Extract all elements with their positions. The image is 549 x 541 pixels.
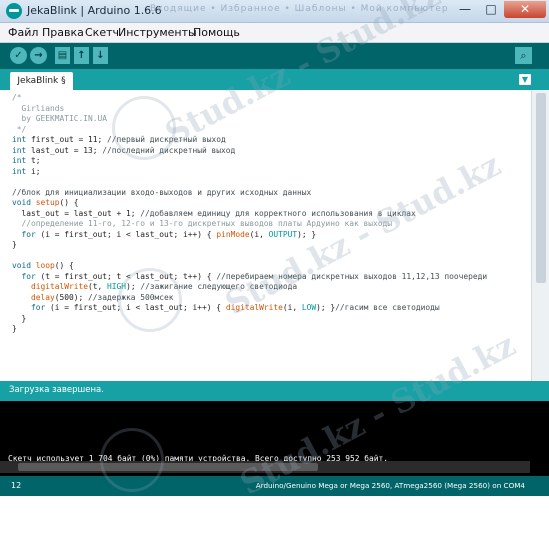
code-line[interactable]: for (i = first_out; i < last_out; i++) {…	[12, 303, 487, 314]
current-line-number: 12	[11, 481, 22, 490]
editor-vertical-scrollbar[interactable]	[531, 90, 549, 381]
menu-edit[interactable]: Правка	[42, 26, 84, 39]
arduino-ide-window: JekaBlink | Arduino 1.6.6 Входящие • Изб…	[0, 0, 549, 508]
code-line[interactable]: //определение 11-го, 12-го и 13-го дискр…	[12, 219, 487, 230]
toolbar: ✓ → ▤ ↑ ↓ ⌕	[0, 43, 549, 69]
window-title: JekaBlink | Arduino 1.6.6	[27, 4, 162, 17]
code-line[interactable]: int last_out = 13; //последний дискретны…	[12, 146, 487, 157]
code-line[interactable]: }	[12, 324, 487, 335]
menu-file[interactable]: Файл	[8, 26, 38, 39]
code-line[interactable]: for (i = first_out; i < last_out; i++) {…	[12, 230, 487, 241]
sketch-source[interactable]: /* Girliands by GEEKMATIC.IN.UA */int fi…	[12, 93, 487, 335]
maximize-button[interactable]: □	[478, 1, 504, 18]
code-line[interactable]: Girliands	[12, 104, 487, 115]
open-sketch-button[interactable]: ↑	[74, 47, 89, 64]
code-line[interactable]: }	[12, 240, 487, 251]
console-line: Глобальные переменные используют 17 байт…	[8, 499, 517, 508]
tab-strip: JekaBlink § ▼	[0, 69, 549, 90]
tab-menu-dropdown-icon[interactable]: ▼	[519, 74, 531, 85]
console-scroll-thumb[interactable]	[18, 463, 318, 471]
serial-monitor-icon[interactable]: ⌕	[515, 47, 532, 64]
code-line[interactable]	[12, 177, 487, 188]
background-taskbar-text: Входящие • Избранное • Шаблоны • Мой ком…	[150, 4, 449, 14]
menu-help[interactable]: Помощь	[193, 26, 240, 39]
code-line[interactable]: int i;	[12, 167, 487, 178]
minimize-button[interactable]: —	[452, 1, 478, 18]
footer-bar: 12 Arduino/Genuino Mega or Mega 2560, AT…	[0, 476, 549, 496]
code-editor[interactable]: /* Girliands by GEEKMATIC.IN.UA */int fi…	[0, 90, 531, 381]
code-line[interactable]: digitalWrite(t, HIGH); //зажигание следу…	[12, 282, 487, 293]
editor-scroll-thumb[interactable]	[536, 93, 546, 283]
upload-button[interactable]: →	[30, 47, 47, 64]
status-message: Загрузка завершена.	[9, 385, 104, 395]
code-line[interactable]: by GEEKMATIC.IN.UA	[12, 114, 487, 125]
console-horizontal-scrollbar[interactable]	[0, 461, 530, 473]
code-line[interactable]	[12, 251, 487, 262]
code-line[interactable]: /*	[12, 93, 487, 104]
code-line[interactable]: for (t = first_out; t < last_out; t++) {…	[12, 272, 488, 283]
status-bar: Загрузка завершена.	[0, 381, 549, 401]
verify-button[interactable]: ✓	[10, 47, 27, 64]
code-line[interactable]: }	[12, 314, 487, 325]
tab-jekablink[interactable]: JekaBlink §	[10, 72, 73, 90]
code-line[interactable]: */	[12, 125, 487, 136]
menu-tools[interactable]: Инструменты	[118, 26, 197, 39]
new-sketch-button[interactable]: ▤	[55, 47, 70, 64]
code-line[interactable]: delay(500); //задержка 500мсек	[12, 293, 487, 304]
code-line[interactable]: int first_out = 11; //первый дискретный …	[12, 135, 487, 146]
code-line[interactable]: last_out = last_out + 1; //добавляем еди…	[12, 209, 487, 220]
code-line[interactable]: int t;	[12, 156, 487, 167]
code-line[interactable]: void loop() {	[12, 261, 487, 272]
title-bar: JekaBlink | Arduino 1.6.6 Входящие • Изб…	[0, 0, 549, 23]
save-sketch-button[interactable]: ↓	[93, 47, 108, 64]
menu-sketch[interactable]: Скетч	[85, 26, 119, 39]
arduino-logo-icon	[6, 3, 22, 19]
code-line[interactable]: void setup() {	[12, 198, 487, 209]
code-line[interactable]: //блок для инициализации входо-выходов и…	[12, 188, 487, 199]
close-button[interactable]: ✕	[504, 1, 546, 18]
menu-bar: Файл Правка Скетч Инструменты Помощь	[0, 23, 549, 43]
board-port-info: Arduino/Genuino Mega or Mega 2560, ATmeg…	[255, 481, 525, 490]
